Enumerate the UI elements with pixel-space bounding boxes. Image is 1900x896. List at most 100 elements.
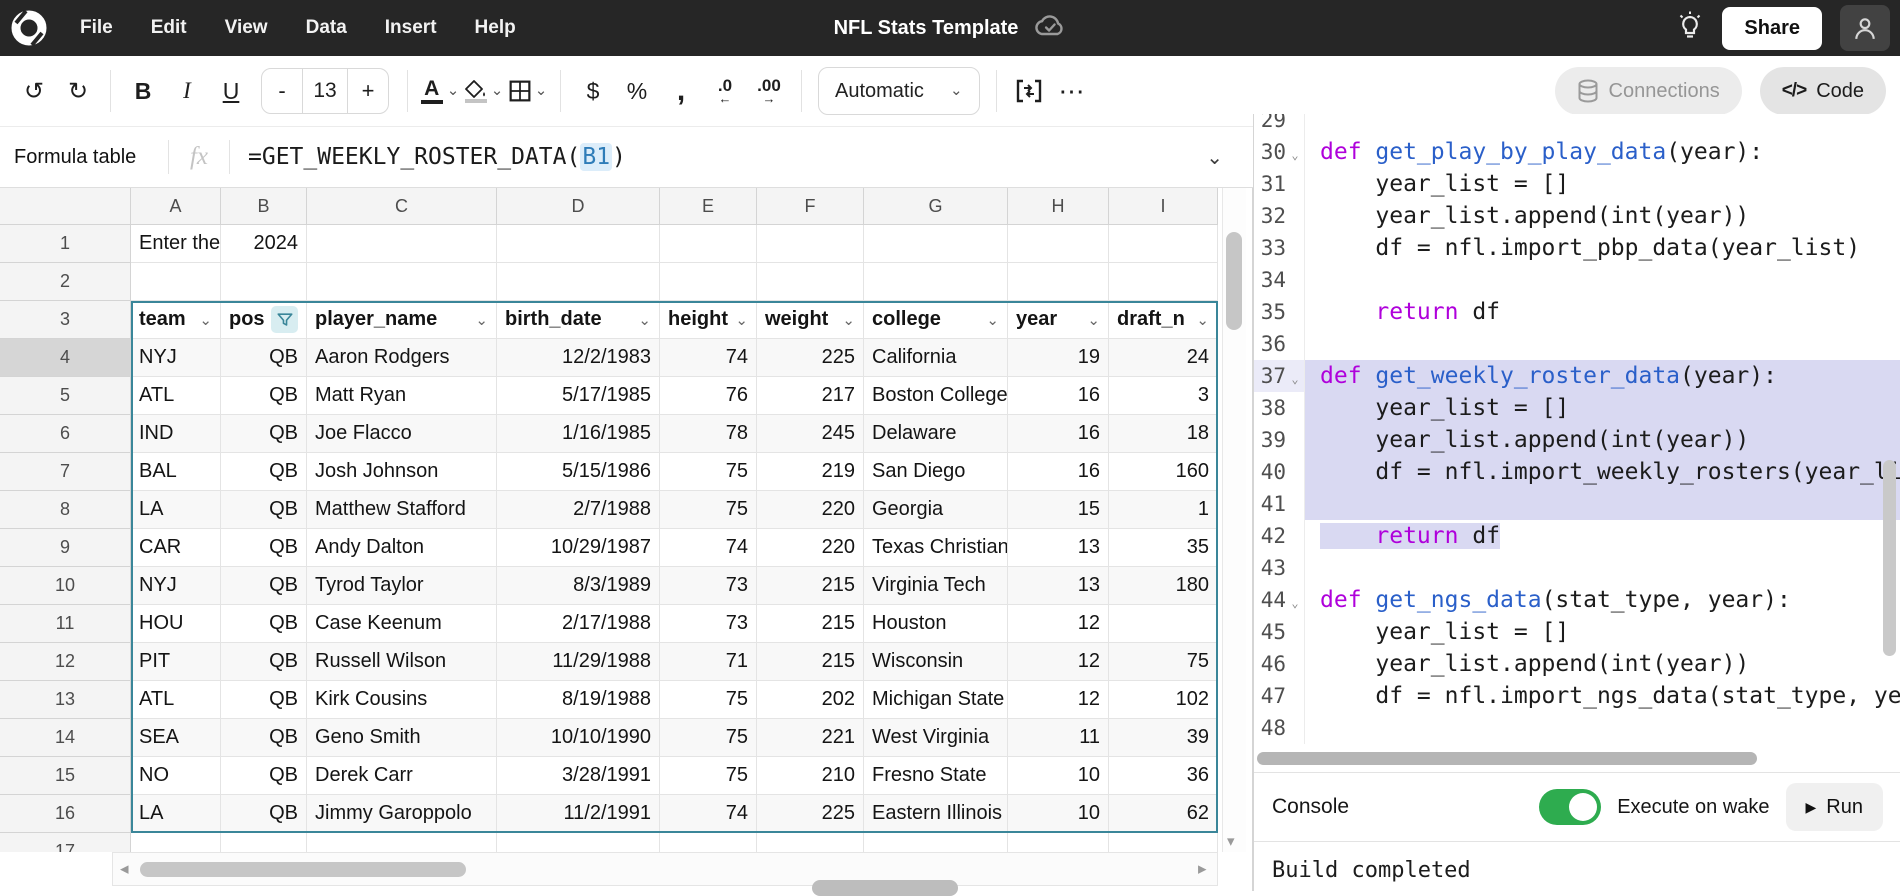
cell-D16[interactable]: 11/2/1991: [497, 795, 660, 833]
code-line-47[interactable]: 47 df = nfl.import_ngs_data(stat_type, y…: [1254, 680, 1900, 712]
avatar[interactable]: [1840, 5, 1890, 51]
cell-A4[interactable]: NYJ: [131, 339, 221, 377]
currency-format-button[interactable]: $: [571, 67, 615, 115]
cell-C15[interactable]: Derek Carr: [307, 757, 497, 795]
cell-H7[interactable]: 16: [1008, 453, 1109, 491]
row-header-16[interactable]: 16: [0, 795, 131, 833]
code-line-31[interactable]: 31 year_list = []: [1254, 168, 1900, 200]
column-header-D[interactable]: D: [497, 188, 660, 225]
code-line-gutter-33[interactable]: 33: [1254, 232, 1304, 264]
cell-C5[interactable]: Matt Ryan: [307, 377, 497, 415]
cell-H8[interactable]: 15: [1008, 491, 1109, 529]
cell-D7[interactable]: 5/15/1986: [497, 453, 660, 491]
code-line-40[interactable]: 40 df = nfl.import_weekly_rosters(year_l…: [1254, 456, 1900, 488]
sheet-grid[interactable]: ABCDEFGHI1Enter the202423team⌄posplayer_…: [0, 188, 1253, 852]
cell-D15[interactable]: 3/28/1991: [497, 757, 660, 795]
column-sort-chevron-icon[interactable]: ⌄: [1087, 311, 1100, 329]
cell-G10[interactable]: Virginia Tech: [864, 567, 1008, 605]
cell-B9[interactable]: QB: [221, 529, 307, 567]
code-line-38[interactable]: 38 year_list = []: [1254, 392, 1900, 424]
code-line-gutter-29[interactable]: 29: [1254, 114, 1304, 136]
code-horizontal-scrollbar-thumb[interactable]: [1257, 752, 1757, 765]
column-header-I[interactable]: I: [1109, 188, 1218, 225]
cell-A11[interactable]: HOU: [131, 605, 221, 643]
cell-F8[interactable]: 220: [757, 491, 864, 529]
row-header-6[interactable]: 6: [0, 415, 131, 453]
code-line-gutter-35[interactable]: 35: [1254, 296, 1304, 328]
code-line-gutter-42[interactable]: 42: [1254, 520, 1304, 552]
cell-I6[interactable]: 18: [1109, 415, 1218, 453]
bold-button[interactable]: B: [121, 67, 165, 115]
code-line-gutter-30[interactable]: 30⌄: [1254, 136, 1304, 168]
formula-bar-expand-chevron-icon[interactable]: ⌄: [1206, 145, 1223, 170]
code-line-gutter-48[interactable]: 48: [1254, 712, 1304, 744]
table-header-draft_n[interactable]: draft_n⌄: [1109, 301, 1218, 339]
column-header-E[interactable]: E: [660, 188, 757, 225]
cell-G8[interactable]: Georgia: [864, 491, 1008, 529]
cell-C8[interactable]: Matthew Stafford: [307, 491, 497, 529]
table-header-player_name[interactable]: player_name⌄: [307, 301, 497, 339]
comma-format-button[interactable]: ,: [659, 67, 703, 115]
underline-button[interactable]: U: [209, 67, 253, 115]
menu-edit[interactable]: Edit: [151, 17, 187, 39]
table-header-birth_date[interactable]: birth_date⌄: [497, 301, 660, 339]
cell-D17[interactable]: [497, 833, 660, 852]
share-button[interactable]: Share: [1722, 7, 1822, 50]
cell-G12[interactable]: Wisconsin: [864, 643, 1008, 681]
cell-G17[interactable]: [864, 833, 1008, 852]
cell-B11[interactable]: QB: [221, 605, 307, 643]
cell-H11[interactable]: 12: [1008, 605, 1109, 643]
cell-I16[interactable]: 62: [1109, 795, 1218, 833]
code-line-41[interactable]: 41: [1254, 488, 1900, 520]
cell-G1[interactable]: [864, 225, 1008, 263]
cell-F15[interactable]: 210: [757, 757, 864, 795]
cell-G9[interactable]: Texas Christian: [864, 529, 1008, 567]
cell-C17[interactable]: [307, 833, 497, 852]
cell-F12[interactable]: 215: [757, 643, 864, 681]
cell-C1[interactable]: [307, 225, 497, 263]
code-vertical-scrollbar-thumb[interactable]: [1883, 460, 1896, 656]
code-line-48[interactable]: 48: [1254, 712, 1900, 744]
row-header-5[interactable]: 5: [0, 377, 131, 415]
column-sort-chevron-icon[interactable]: ⌄: [735, 311, 748, 329]
column-sort-chevron-icon[interactable]: ⌄: [986, 311, 999, 329]
sheet-vertical-scrollbar-thumb[interactable]: [1226, 232, 1242, 330]
table-header-weight[interactable]: weight⌄: [757, 301, 864, 339]
decrease-decimals-button[interactable]: .0←: [703, 67, 747, 115]
cell-D11[interactable]: 2/17/1988: [497, 605, 660, 643]
more-options-button[interactable]: ⋯: [1051, 67, 1095, 115]
code-line-36[interactable]: 36: [1254, 328, 1900, 360]
code-line-gutter-44[interactable]: 44⌄: [1254, 584, 1304, 616]
cell-A10[interactable]: NYJ: [131, 567, 221, 605]
scroll-down-arrow-icon[interactable]: ▾: [1227, 832, 1235, 850]
cell-A1[interactable]: Enter the: [131, 225, 221, 263]
fill-color-button[interactable]: ⌄: [462, 67, 506, 115]
cell-H12[interactable]: 12: [1008, 643, 1109, 681]
cell-F6[interactable]: 245: [757, 415, 864, 453]
cell-I17[interactable]: [1109, 833, 1218, 852]
cell-F9[interactable]: 220: [757, 529, 864, 567]
cell-E8[interactable]: 75: [660, 491, 757, 529]
cell-G13[interactable]: Michigan State: [864, 681, 1008, 719]
menu-file[interactable]: File: [80, 17, 113, 39]
column-header-F[interactable]: F: [757, 188, 864, 225]
increase-decimals-button[interactable]: .00→: [747, 67, 791, 115]
column-header-H[interactable]: H: [1008, 188, 1109, 225]
menu-view[interactable]: View: [225, 17, 268, 39]
cell-E2[interactable]: [660, 263, 757, 301]
cell-F1[interactable]: [757, 225, 864, 263]
cell-G5[interactable]: Boston College: [864, 377, 1008, 415]
cell-I1[interactable]: [1109, 225, 1218, 263]
bottom-bar-scrollbar-thumb[interactable]: [812, 880, 958, 896]
code-line-gutter-46[interactable]: 46: [1254, 648, 1304, 680]
row-header-11[interactable]: 11: [0, 605, 131, 643]
cell-C2[interactable]: [307, 263, 497, 301]
table-header-college[interactable]: college⌄: [864, 301, 1008, 339]
cell-C4[interactable]: Aaron Rodgers: [307, 339, 497, 377]
code-line-39[interactable]: 39 year_list.append(int(year)): [1254, 424, 1900, 456]
cell-D4[interactable]: 12/2/1983: [497, 339, 660, 377]
cell-I5[interactable]: 3: [1109, 377, 1218, 415]
column-sort-chevron-icon[interactable]: ⌄: [199, 311, 212, 329]
cell-E16[interactable]: 74: [660, 795, 757, 833]
code-line-gutter-31[interactable]: 31: [1254, 168, 1304, 200]
